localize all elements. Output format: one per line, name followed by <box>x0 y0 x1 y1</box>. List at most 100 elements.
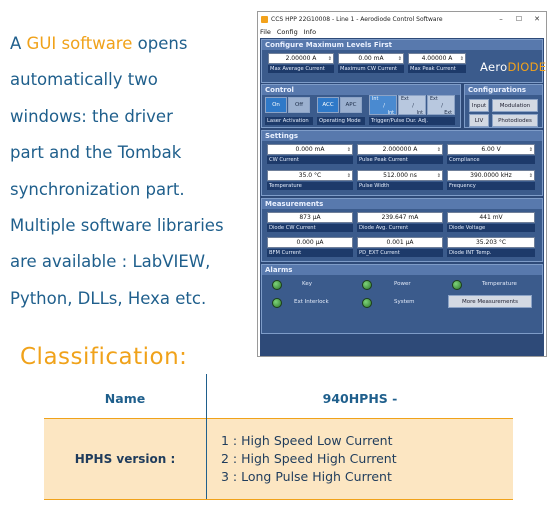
temperature-label: Temperature <box>267 182 353 190</box>
frequency-label: Frequency <box>447 182 535 190</box>
temperature-led-icon <box>452 280 462 290</box>
table-divider <box>206 374 207 498</box>
compliance-input[interactable]: 6.00 V ⇕ <box>447 144 535 155</box>
control-header: Control <box>262 85 460 95</box>
power-led-icon <box>362 280 372 290</box>
configurations-panel: Configurations Input Modulation LIV Phot… <box>464 84 543 128</box>
diode-avg-current-label: Diode Avg. Current <box>357 224 443 232</box>
more-measurements-button[interactable]: More Measurements <box>448 295 532 308</box>
key-led-icon <box>272 280 282 290</box>
gui-software-highlight: GUI software <box>26 34 133 53</box>
bfm-current-label: BFM Current <box>267 249 353 257</box>
menu-info[interactable]: Info <box>304 28 316 36</box>
diode-avg-current-value: 239.647 mA <box>357 212 443 223</box>
liv-button[interactable]: LIV <box>469 114 489 127</box>
trigger-pulse-label: Trigger/Pulse Dur. Adj. <box>369 117 455 125</box>
window-titlebar: CCS HPP 22G10008 - Line 1 - Aerodiode Co… <box>258 12 546 26</box>
laser-on-button[interactable]: On <box>265 97 287 113</box>
cw-current-input[interactable]: 0.000 mA ⇕ <box>267 144 353 155</box>
menu-bar: File Config Info <box>258 26 546 37</box>
intro-line-5: synchronization part. <box>10 179 185 199</box>
hphs-version-label: HPHS version : <box>44 419 207 499</box>
temperature-alarm-label: Temperature <box>482 281 517 287</box>
max-average-current-input[interactable]: 2.00000 A ⇕ <box>268 53 334 64</box>
alarms-panel: Alarms Key Power Temperature Ext Interlo… <box>261 264 543 334</box>
measurements-panel: Measurements 873 µA Diode CW Current 239… <box>261 198 543 262</box>
settings-header: Settings <box>262 131 542 141</box>
laser-off-button[interactable]: Off <box>288 97 310 113</box>
option-3: 3 : Long Pulse High Current <box>221 469 392 484</box>
classification-table: Name 940HPHS - HPHS version : 1 : High S… <box>44 374 513 500</box>
photodiodes-button[interactable]: Photodiodes <box>492 114 538 127</box>
aerodiode-logo: AeroDIODE <box>480 60 547 74</box>
close-button[interactable]: ✕ <box>528 15 546 23</box>
cw-current-label: CW Current <box>267 156 353 164</box>
intro-line-1: A GUI software opens <box>10 34 188 53</box>
input-button[interactable]: Input <box>469 99 489 112</box>
frequency-input[interactable]: 390.0000 kHz ⇕ <box>447 170 535 181</box>
measurements-header: Measurements <box>262 199 542 209</box>
max-peak-current-input[interactable]: 4.00000 A ⇕ <box>408 53 466 64</box>
window-title: CCS HPP 22G10008 - Line 1 - Aerodiode Co… <box>271 15 443 23</box>
system-led-icon <box>362 298 372 308</box>
minimize-button[interactable]: – <box>492 15 510 23</box>
table-row: HPHS version : 1 : High Speed Low Curren… <box>44 419 513 500</box>
diode-voltage-value: 441 mV <box>447 212 535 223</box>
intro-line-2: automatically two <box>10 70 158 90</box>
max-peak-current-label: Max Peak Current <box>408 65 466 73</box>
settings-panel: Settings 0.000 mA ⇕ CW Current 2.000000 A… <box>261 130 543 196</box>
intro-line-8: Python, DLLs, Hexa etc. <box>10 288 207 308</box>
laser-activation-label: Laser Activation <box>265 117 313 125</box>
trigger-int-toggle-1[interactable]: Int / Int <box>369 95 397 116</box>
config-max-header: Configure Maximum Levels First <box>262 40 542 50</box>
key-alarm-label: Key <box>302 281 312 287</box>
ext-interlock-label: Ext Interlock <box>294 299 329 305</box>
code-header: 940HPHS - <box>322 390 398 406</box>
pulse-width-input[interactable]: 512.000 ns ⇕ <box>357 170 443 181</box>
trigger-int-toggle-2[interactable]: Ext / Int <box>398 95 426 116</box>
apc-mode-button[interactable]: APC <box>340 97 362 113</box>
acc-mode-button[interactable]: ACC <box>317 97 339 113</box>
intro-line-4: part and the Tombak <box>10 143 182 163</box>
name-header: Name <box>44 378 207 418</box>
software-window: CCS HPP 22G10008 - Line 1 - Aerodiode Co… <box>257 11 547 357</box>
intro-text: A GUI software opens automatically two w… <box>10 26 255 317</box>
intro-line-6: Multiple software libraries <box>10 216 224 236</box>
option-1: 1 : High Speed Low Current <box>221 433 393 448</box>
config-max-panel: Configure Maximum Levels First 2.00000 A… <box>261 39 547 83</box>
menu-config[interactable]: Config <box>277 28 298 36</box>
temperature-input[interactable]: 35.0 °C ⇕ <box>267 170 353 181</box>
max-cw-current-label: Maximum CW Current <box>338 65 404 73</box>
diode-int-temp-value: 35.203 °C <box>447 237 535 248</box>
configurations-header: Configurations <box>465 85 542 95</box>
modulation-button[interactable]: Modulation <box>492 99 538 112</box>
intro-line-7: are available : LabVIEW, <box>10 252 211 272</box>
power-alarm-label: Power <box>394 281 411 287</box>
app-canvas: Configure Maximum Levels First 2.00000 A… <box>260 38 547 356</box>
max-average-current-label: Max Average Current <box>268 65 334 73</box>
table-header-row: Name 940HPHS - <box>44 378 513 419</box>
diode-cw-current-label: Diode CW Current <box>267 224 353 232</box>
pulse-peak-current-input[interactable]: 2.000000 A ⇕ <box>357 144 443 155</box>
classification-title: Classification: <box>20 344 188 370</box>
pd-ext-current-label: PD_EXT Current <box>357 249 443 257</box>
hphs-version-options: 1 : High Speed Low Current 2 : High Spee… <box>207 419 513 499</box>
maximize-button[interactable]: ☐ <box>510 15 528 23</box>
compliance-label: Compliance <box>447 156 535 164</box>
max-cw-current-input[interactable]: 0.00 mA ⇕ <box>338 53 404 64</box>
intro-line-3: windows: the driver <box>10 106 173 126</box>
pd-ext-current-value: 0.001 µA <box>357 237 443 248</box>
app-icon <box>261 15 268 23</box>
operating-mode-label: Operating Mode <box>317 117 365 125</box>
option-2: 2 : High Speed High Current <box>221 451 397 466</box>
menu-file[interactable]: File <box>260 28 271 36</box>
pulse-width-label: Pulse Width <box>357 182 443 190</box>
system-alarm-label: System <box>394 299 415 305</box>
trigger-int-toggle-3[interactable]: Ext / Ext <box>427 95 455 116</box>
alarms-header: Alarms <box>262 265 542 275</box>
diode-cw-current-value: 873 µA <box>267 212 353 223</box>
pulse-peak-current-label: Pulse Peak Current <box>357 156 443 164</box>
control-panel: Control On Off ACC APC Int / Int Ext / Int E… <box>261 84 461 128</box>
diode-voltage-label: Diode Voltage <box>447 224 535 232</box>
bfm-current-value: 0.000 µA <box>267 237 353 248</box>
